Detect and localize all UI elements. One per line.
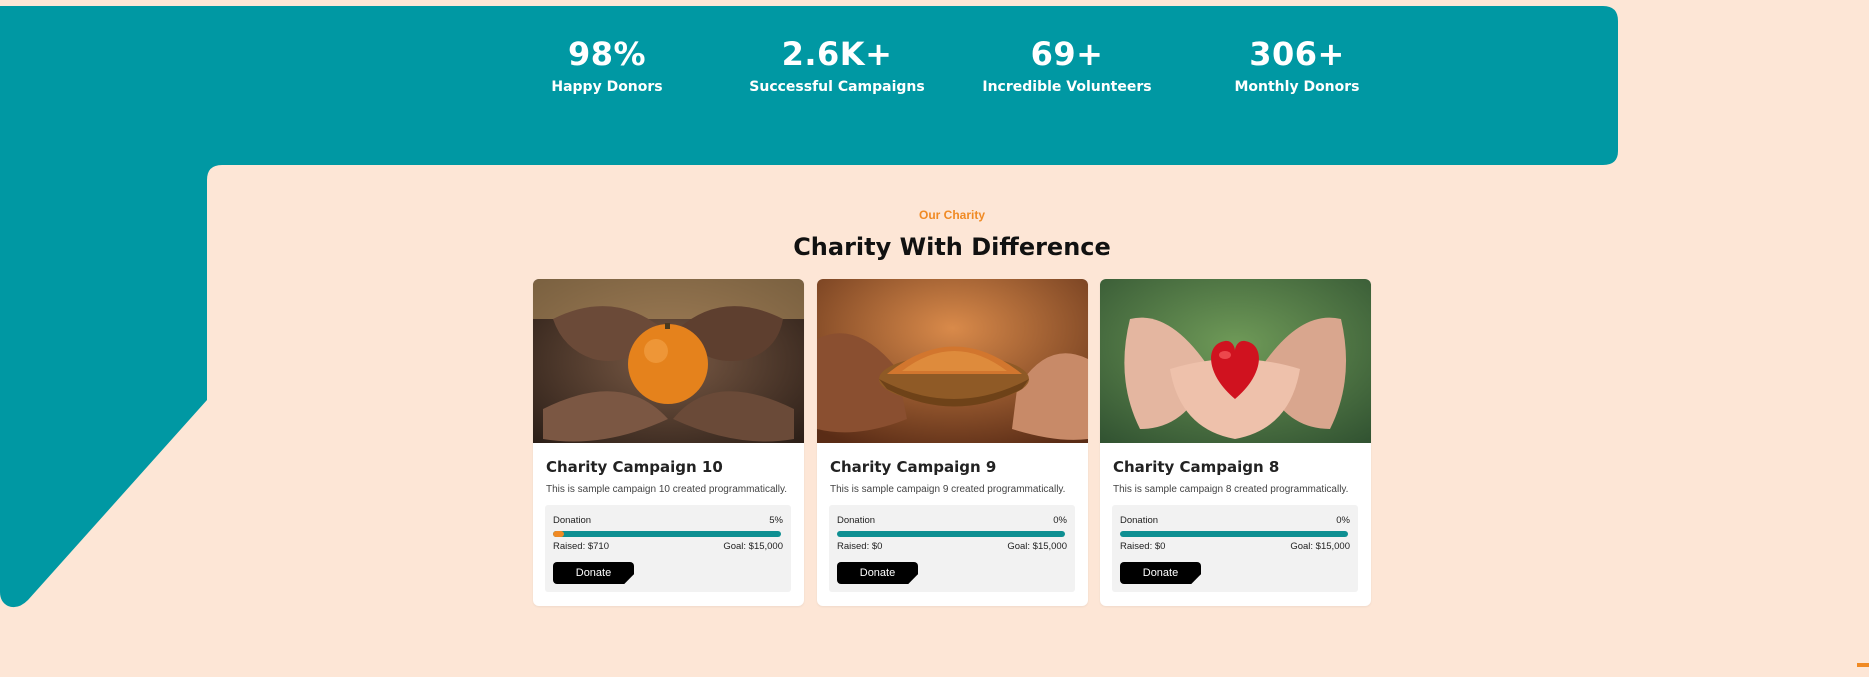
section-eyebrow: Our Charity — [918, 208, 985, 222]
section-heading: Charity With Difference — [793, 233, 1111, 261]
campaign-title[interactable]: Charity Campaign 8 — [1113, 458, 1279, 476]
scroll-to-top-marker[interactable] — [1857, 663, 1869, 667]
campaign-title[interactable]: Charity Campaign 10 — [546, 458, 723, 476]
donation-label: Donation — [553, 515, 592, 526]
stats-row: 98% Happy Donors 2.6K+ Successful Campai… — [0, 34, 1869, 104]
campaign-card: Charity Campaign 9 This is sample campai… — [817, 279, 1088, 606]
stat-label: Successful Campaigns — [749, 79, 925, 95]
goal-amount: Goal: $15,000 — [723, 541, 783, 552]
campaign-card: Charity Campaign 10 This is sample campa… — [533, 279, 804, 606]
stat-value: 69+ — [1030, 35, 1104, 73]
donation-box: Donation 5% Raised: $710 Goal: $15,000 D… — [545, 505, 791, 592]
donation-progress-bar — [837, 531, 1065, 537]
raised-amount: Raised: $710 — [553, 541, 609, 552]
stat-label: Incredible Volunteers — [982, 79, 1152, 95]
stat-value: 98% — [567, 35, 647, 73]
stat-monthly-donors: 306+ Monthly Donors — [1187, 34, 1407, 96]
stat-label: Happy Donors — [551, 79, 663, 95]
donation-label: Donation — [1120, 515, 1159, 526]
donation-box: Donation 0% Raised: $0 Goal: $15,000 Don… — [1112, 505, 1358, 592]
campaign-description: This is sample campaign 9 created progra… — [830, 484, 1066, 495]
goal-amount: Goal: $15,000 — [1290, 541, 1350, 552]
campaign-image-hands-heart[interactable] — [1100, 279, 1371, 443]
raised-amount: Raised: $0 — [1120, 541, 1166, 552]
donation-progress-bar — [553, 531, 781, 537]
donate-button[interactable]: Donate — [837, 562, 918, 584]
campaign-description: This is sample campaign 8 created progra… — [1113, 484, 1349, 495]
donation-progress-bar — [1120, 531, 1348, 537]
raised-amount: Raised: $0 — [837, 541, 883, 552]
goal-amount: Goal: $15,000 — [1007, 541, 1067, 552]
stat-successful-campaigns: 2.6K+ Successful Campaigns — [727, 34, 947, 96]
campaign-card: Charity Campaign 8 This is sample campai… — [1100, 279, 1371, 606]
donation-progress-fill — [553, 531, 565, 537]
stat-value: 2.6K+ — [781, 35, 893, 73]
campaign-description: This is sample campaign 10 created progr… — [546, 484, 788, 495]
campaign-title[interactable]: Charity Campaign 9 — [830, 458, 996, 476]
stat-incredible-volunteers: 69+ Incredible Volunteers — [957, 34, 1177, 96]
campaign-image-bowl-of-food[interactable] — [817, 279, 1088, 443]
donation-label: Donation — [837, 515, 876, 526]
stat-happy-donors: 98% Happy Donors — [497, 34, 717, 96]
donation-percent: 0% — [1053, 515, 1067, 526]
donation-box: Donation 0% Raised: $0 Goal: $15,000 Don… — [829, 505, 1075, 592]
donation-percent: 5% — [769, 515, 783, 526]
campaign-image-hands-orange[interactable] — [533, 279, 804, 443]
donate-button[interactable]: Donate — [1120, 562, 1201, 584]
stat-value: 306+ — [1249, 35, 1345, 73]
donate-button[interactable]: Donate — [553, 562, 634, 584]
stat-label: Monthly Donors — [1234, 79, 1360, 95]
donation-percent: 0% — [1336, 515, 1350, 526]
